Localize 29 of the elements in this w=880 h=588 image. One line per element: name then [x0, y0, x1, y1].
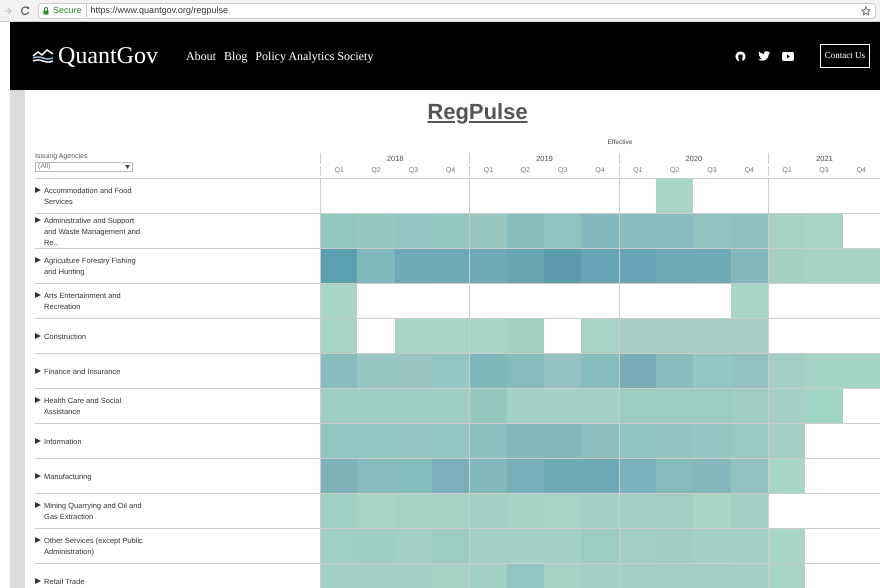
- contact-button[interactable]: Contact Us: [820, 44, 870, 68]
- star-icon[interactable]: [861, 6, 871, 16]
- expand-triangle-icon[interactable]: [35, 216, 41, 222]
- dropdown-arrow-icon: [125, 165, 130, 169]
- url-text: https://www.quantgov.org/regpulse: [90, 4, 228, 17]
- logo-icon: [32, 49, 54, 63]
- expand-triangle-icon[interactable]: [35, 472, 41, 478]
- expand-triangle-icon[interactable]: [35, 187, 41, 193]
- github-icon[interactable]: [734, 50, 746, 62]
- expand-triangle-icon[interactable]: [35, 257, 41, 263]
- page-title: RegPulse: [427, 98, 528, 126]
- video-play-icon[interactable]: [782, 52, 794, 60]
- expand-triangle-icon[interactable]: [35, 438, 41, 444]
- expand-triangle-icon[interactable]: [35, 537, 41, 543]
- expand-triangle-icon[interactable]: [35, 292, 41, 298]
- expand-triangle-icon[interactable]: [35, 368, 41, 374]
- address-bar[interactable]: Secure https://www.quantgov.org/regpulse: [38, 2, 876, 18]
- expand-triangle-icon[interactable]: [35, 578, 41, 584]
- bird-icon[interactable]: [758, 51, 770, 61]
- reload-icon[interactable]: [21, 6, 30, 15]
- expand-triangle-icon[interactable]: [35, 502, 41, 508]
- nav-link[interactable]: Policy Analytics Society: [255, 47, 374, 65]
- expand-triangle-icon[interactable]: [35, 397, 41, 403]
- brand-name[interactable]: QuantGov: [58, 38, 158, 74]
- lock-icon: [43, 6, 49, 14]
- nav-link[interactable]: Blog: [224, 47, 248, 65]
- secure-label: Secure: [53, 4, 87, 18]
- nav-link[interactable]: About: [186, 47, 216, 65]
- expand-triangle-icon[interactable]: [35, 332, 41, 338]
